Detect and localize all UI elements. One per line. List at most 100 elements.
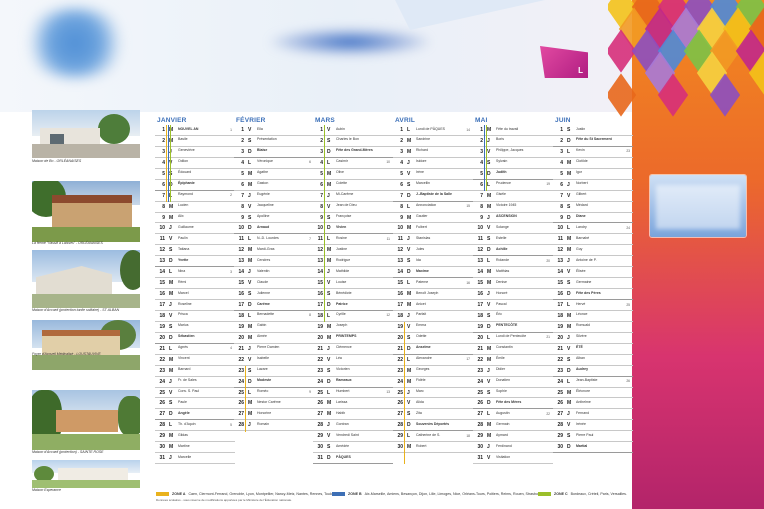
- weekday-letter: M: [169, 444, 174, 451]
- weekday-letter: D: [567, 291, 571, 298]
- day-row: 15 M Denise: [473, 278, 553, 290]
- day-number: 2: [241, 137, 244, 144]
- day-number: 13: [238, 258, 244, 265]
- day-row: 8 M Lucien: [155, 202, 235, 213]
- day-number: 21: [159, 345, 165, 352]
- day-number: 27: [477, 411, 483, 418]
- saint-name: J.-Baptiste de la Salle: [416, 192, 452, 197]
- day-row: 16 S Julienne: [234, 289, 314, 300]
- day-row: 20 J Silvère: [553, 333, 633, 344]
- weekday-letter: J: [169, 378, 172, 385]
- day-number: 31: [477, 455, 483, 462]
- saint-name: Gilbert: [576, 192, 587, 197]
- weekday-letter: D: [407, 192, 411, 199]
- saint-name: Denise: [496, 279, 507, 284]
- day-number: 13: [557, 258, 563, 265]
- day-number: 22: [557, 356, 563, 363]
- weekday-letter: J: [327, 192, 330, 199]
- day-number: 25: [397, 389, 403, 396]
- weekday-letter: S: [407, 411, 411, 418]
- weekday-letter: M: [487, 269, 492, 276]
- photo-building-4: [32, 320, 140, 370]
- weekday-letter: S: [407, 181, 411, 188]
- weekday-letter: S: [327, 214, 331, 221]
- saint-name: Émile: [496, 356, 505, 361]
- weekday-letter: J: [487, 137, 490, 144]
- saint-name: Visitation: [496, 454, 511, 459]
- weekday-letter: V: [567, 269, 571, 276]
- day-number: 10: [159, 225, 165, 232]
- weekday-letter: M: [407, 225, 412, 232]
- saint-name: Véronique: [257, 159, 273, 164]
- weekday-letter: J: [567, 334, 570, 341]
- day-number: 29: [477, 433, 483, 440]
- day-number: 18: [159, 312, 165, 319]
- weekday-letter: M: [248, 247, 253, 254]
- day-row: 22 M Émile: [473, 355, 553, 366]
- saint-name: Amédée: [336, 443, 350, 448]
- saint-name: Paterne: [416, 279, 429, 284]
- week-number: 18: [466, 433, 470, 438]
- day-row: 2 M Sandrine: [393, 136, 473, 147]
- weekday-letter: S: [567, 433, 571, 440]
- photo-building-1: [32, 110, 140, 158]
- day-row: 26 M Anthelme: [553, 398, 633, 410]
- zone-b-chip: [332, 492, 345, 497]
- day-number: 22: [317, 356, 323, 363]
- weekday-letter: S: [248, 137, 252, 144]
- day-number: 14: [477, 269, 483, 276]
- saint-name: Eugénie: [257, 192, 270, 197]
- day-number: 16: [397, 291, 403, 298]
- saint-name: Prudence: [496, 181, 511, 186]
- day-row: 17 D Carême: [234, 300, 314, 311]
- week-number: 3: [230, 269, 232, 274]
- weekday-letter: M: [169, 367, 174, 374]
- day-number: 10: [317, 225, 323, 232]
- saint-name: Donatien: [496, 378, 511, 383]
- day-row: 3 D Blaise: [234, 147, 314, 158]
- weekday-letter: L: [169, 422, 173, 429]
- saint-name: Larissa: [336, 399, 348, 404]
- saint-name: Alexandre: [416, 356, 432, 361]
- day-row: 11 L N.-D. Lourdes 7: [234, 234, 314, 246]
- saint-name: Romuald: [576, 323, 591, 328]
- day-number: 21: [477, 345, 483, 352]
- day-number: 17: [238, 302, 244, 308]
- weekday-letter: D: [248, 302, 252, 308]
- day-number: 22: [238, 356, 244, 363]
- day-row: 6 M Gaston: [234, 180, 314, 191]
- saint-name: Barnabé: [576, 235, 590, 240]
- day-row: 15 L Paterne 16: [393, 278, 473, 290]
- day-number: 14: [557, 269, 563, 276]
- weekday-letter: V: [248, 203, 252, 210]
- weekday-letter: D: [327, 148, 331, 155]
- holiday-bar: [324, 125, 326, 323]
- weekday-letter: M: [567, 400, 572, 407]
- saint-name: Achille: [496, 246, 508, 251]
- weekday-letter: S: [567, 280, 571, 287]
- day-number: 11: [238, 236, 244, 243]
- saint-name: Fernand: [576, 410, 590, 415]
- day-number: 24: [477, 378, 483, 385]
- saint-name: Pierre Damien: [257, 345, 280, 350]
- header-decoration: [395, 0, 545, 30]
- saint-name: Alban: [576, 356, 585, 361]
- day-row: 20 L Lundi de Pentecôte 21: [473, 333, 553, 344]
- day-row: 28 M Germain: [473, 420, 553, 432]
- day-row: 20 D Sébastien: [155, 333, 235, 344]
- day-row: 6 J Norbert: [553, 180, 633, 191]
- weekday-letter: J: [169, 302, 172, 308]
- day-row: 1 L Lundi de PÂQUES 14: [393, 125, 473, 136]
- day-number: 21: [397, 345, 403, 352]
- weekday-letter: S: [327, 367, 331, 374]
- day-number: 8: [162, 203, 165, 210]
- saint-name: Diane: [576, 214, 586, 218]
- weekday-letter: M: [248, 323, 253, 330]
- saint-name: Colette: [336, 181, 348, 186]
- weekday-letter: S: [169, 400, 173, 407]
- day-number: 28: [317, 422, 323, 429]
- day-row: 15 V Claude: [234, 278, 314, 290]
- day-number: 8: [320, 203, 323, 210]
- weekday-letter: J: [567, 181, 570, 188]
- day-row: 29 S Pierre Paul: [553, 431, 633, 443]
